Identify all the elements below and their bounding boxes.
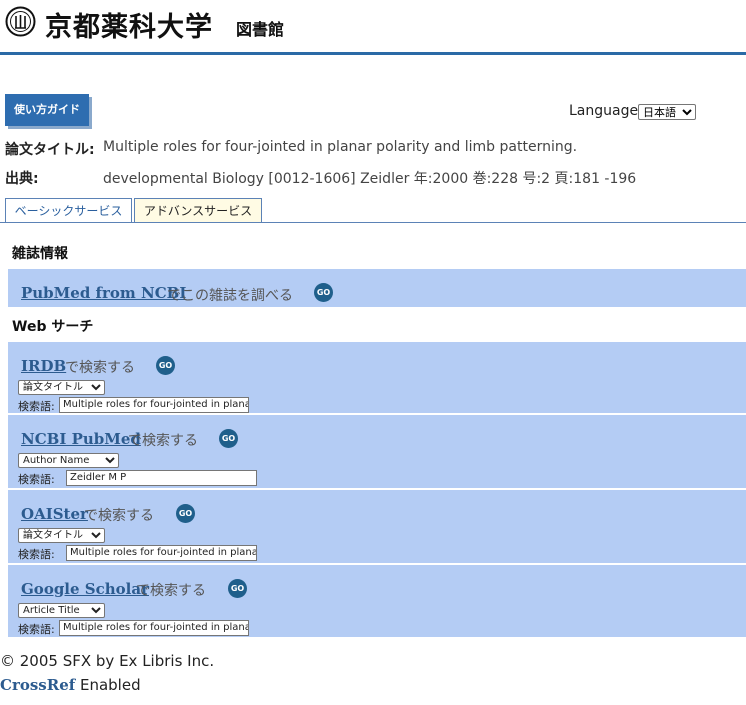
article-title-label: 論文タイトル: (5, 142, 95, 158)
journal-info-heading: 雑誌情報 (12, 246, 68, 262)
keyword-label: 検索語: (18, 548, 55, 561)
keyword-label: 検索語: (18, 400, 55, 413)
site-header: 京都薬科大学 図書館 (0, 0, 746, 55)
go-button[interactable]: GO (228, 579, 247, 598)
search-panel-irdb: IRDB で検索する GO 論文タイトル 検索語: Multiple roles… (8, 342, 746, 413)
source-label: 出典: (5, 171, 39, 187)
tab-basic-service[interactable]: ベーシックサービス (5, 198, 132, 222)
search-panel-oaister: OAISter で検索する GO 論文タイトル 検索語: Multiple ro… (8, 490, 746, 563)
oaister-link[interactable]: OAISter (21, 505, 88, 523)
irdb-link[interactable]: IRDB (21, 357, 66, 375)
search-panel-ncbi-pubmed: NCBI PubMed で検索する GO Author Name 検索語: Ze… (8, 415, 746, 488)
go-button[interactable]: GO (314, 283, 333, 302)
search-field-select[interactable]: 論文タイトル (18, 380, 105, 395)
go-button[interactable]: GO (156, 356, 175, 375)
journal-search-suffix: でこの雑誌を調べる (167, 288, 293, 304)
keyword-label: 検索語: (18, 623, 55, 636)
ncbi-pubmed-link[interactable]: NCBI PubMed (21, 430, 141, 448)
source-value: developmental Biology [0012-1606] Zeidle… (103, 171, 637, 187)
search-field-select[interactable]: Article Title (18, 603, 105, 618)
search-suffix: で検索する (84, 508, 154, 524)
search-suffix: で検索する (65, 360, 135, 376)
keyword-input[interactable]: Multiple roles for four-jointed in plana… (59, 620, 249, 636)
library-label: 図書館 (236, 20, 285, 39)
go-button[interactable]: GO (219, 429, 238, 448)
web-search-heading: Web サーチ (12, 319, 94, 335)
search-field-select[interactable]: Author Name (18, 453, 119, 468)
site-logo-text: 京都薬科大学 (45, 12, 213, 43)
user-guide-button[interactable]: 使い方ガイド (5, 94, 89, 126)
journal-panel: PubMed from NCBI でこの雑誌を調べる GO (8, 269, 746, 307)
go-button[interactable]: GO (176, 504, 195, 523)
search-field-select[interactable]: 論文タイトル (18, 528, 105, 543)
tab-advanced-service[interactable]: アドバンスサービス (134, 198, 262, 223)
copyright-text: © 2005 SFX by Ex Libris Inc. (0, 652, 215, 670)
tab-divider (0, 222, 746, 223)
keyword-input[interactable]: Zeidler M P (66, 470, 257, 486)
keyword-input[interactable]: Multiple roles for four-jointed in plana… (59, 397, 249, 413)
crossref-suffix: Enabled (79, 676, 141, 694)
crossref-line: CrossRef Enabled (0, 676, 141, 694)
pubmed-ncbi-link[interactable]: PubMed from NCBI (21, 284, 186, 302)
language-label: Language (569, 103, 639, 119)
search-suffix: で検索する (136, 583, 206, 599)
language-select[interactable]: 日本語 (638, 104, 696, 120)
search-panel-google-scholar: Google Scholar で検索する GO Article Title 検索… (8, 565, 746, 637)
google-scholar-link[interactable]: Google Scholar (21, 580, 149, 598)
university-seal-icon (5, 6, 36, 37)
keyword-input[interactable]: Multiple roles for four-jointed in plana… (66, 545, 257, 561)
crossref-link[interactable]: CrossRef (0, 676, 75, 694)
article-title-value: Multiple roles for four-jointed in plana… (103, 139, 578, 155)
keyword-label: 検索語: (18, 473, 55, 486)
search-suffix: で検索する (128, 433, 198, 449)
